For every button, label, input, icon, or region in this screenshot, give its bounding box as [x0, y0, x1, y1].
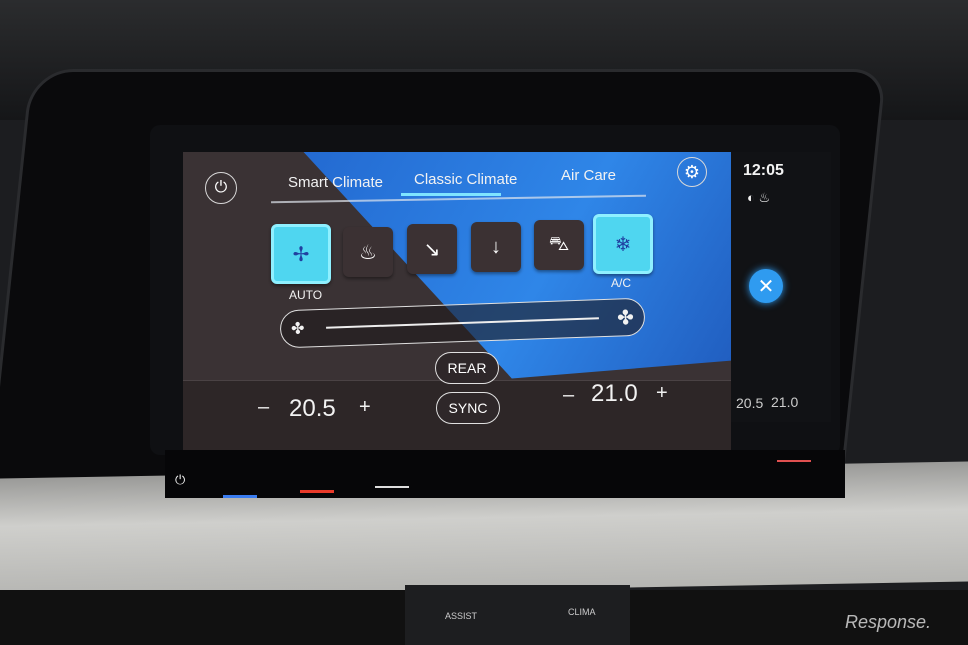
close-icon: ✕ — [757, 275, 775, 298]
tab-smart-climate[interactable]: Smart Climate — [288, 174, 383, 191]
airflow-footwell-icon: ↓ — [491, 235, 501, 258]
right-temp-decrease[interactable]: – — [563, 384, 574, 407]
airflow-footwell-button[interactable]: ↓ — [471, 222, 521, 272]
clima-button[interactable]: CLIMA — [568, 607, 596, 617]
active-tab-indicator — [401, 193, 501, 196]
left-cool-indicator — [223, 495, 257, 498]
climate-touch-strip[interactable]: ⏻ — [165, 450, 845, 498]
ac-button[interactable]: ❄ — [593, 214, 653, 274]
status-sidebar: 12:05 ◐ ♨ ✕ 20.5 21.0 — [731, 152, 831, 422]
right-heat-indicator — [777, 460, 811, 462]
airflow-upper-button[interactable]: ↘ — [407, 224, 457, 274]
snowflake-icon: ❄ — [614, 233, 632, 256]
climate-screen: ⏻ Smart Climate Classic Climate Air Care… — [183, 152, 731, 450]
car-recirculation-icon: ⛍ — [548, 232, 570, 255]
sync-label: SYNC — [448, 400, 488, 416]
auto-button[interactable]: ✢ — [271, 224, 331, 284]
left-temp-value: 20.5 — [289, 395, 336, 422]
left-temp-status: 20.5 — [736, 395, 764, 411]
gear-icon: ⚙ — [683, 161, 701, 182]
tab-classic-climate[interactable]: Classic Climate — [414, 171, 517, 188]
airflow-upper-body-icon: ↘ — [423, 238, 441, 261]
power-button[interactable]: ⏻ — [205, 172, 237, 204]
fan-icon: ✢ — [292, 243, 310, 266]
left-heat-indicator — [300, 490, 334, 493]
watermark: Response. — [845, 612, 932, 632]
status-icons: ◐ ♨ — [747, 190, 771, 205]
rear-label: REAR — [447, 360, 487, 376]
auto-label: AUTO — [289, 288, 323, 302]
fan-high-icon: ✤ — [616, 307, 635, 330]
assist-button[interactable]: ASSIST — [445, 611, 477, 621]
settings-button[interactable]: ⚙ — [677, 157, 707, 187]
fan-speed-track — [326, 317, 599, 329]
right-temp-value: 21.0 — [591, 380, 638, 407]
strip-power-icon[interactable]: ⏻ — [175, 472, 185, 488]
fan-indicator — [375, 486, 409, 488]
right-temp-status: 21.0 — [771, 394, 799, 410]
recirculation-button[interactable]: ⛍ — [534, 220, 584, 270]
console-button-panel: ASSIST CLIMA — [405, 585, 630, 645]
left-temp-increase[interactable]: + — [359, 396, 371, 419]
rear-button[interactable]: REAR — [435, 352, 499, 384]
right-temp-increase[interactable]: + — [656, 382, 668, 405]
power-icon: ⏻ — [214, 179, 228, 196]
fan-low-icon: ✤ — [290, 320, 305, 338]
sync-button[interactable]: SYNC — [436, 392, 500, 424]
left-temp-decrease[interactable]: – — [258, 396, 269, 419]
windshield-defrost-icon: ♨ — [359, 241, 377, 264]
ac-label: A/C — [611, 276, 632, 290]
windshield-defrost-button[interactable]: ♨ — [343, 227, 393, 277]
clock: 12:05 — [743, 162, 784, 179]
tab-air-care[interactable]: Air Care — [561, 167, 616, 184]
close-button[interactable]: ✕ — [749, 269, 783, 303]
